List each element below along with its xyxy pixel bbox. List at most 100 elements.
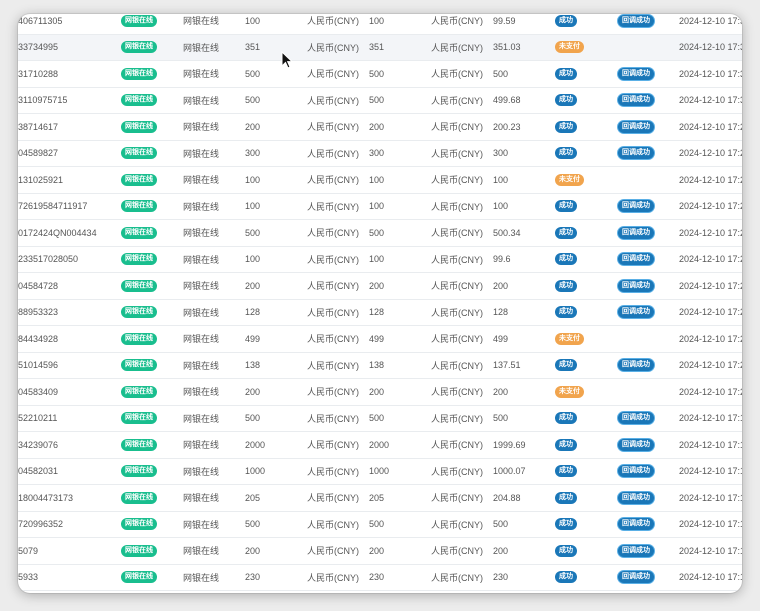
mouse-pointer-icon — [281, 51, 293, 69]
callback-badge: 回调成功 — [617, 66, 655, 81]
table-row[interactable]: 34239076 网银在线 网银在线 2000 人民币(CNY) 2000 人民币(CNY)… — [18, 432, 742, 459]
time-text: 2024-12-10 17:2 — [679, 121, 742, 132]
channel-text: 网银在线 — [183, 281, 220, 292]
status-cell: 未支付 — [555, 35, 615, 61]
table-row[interactable]: 33734995 网银在线 网银在线 351 人民币(CNY) 351 人民币(CNY) 35… — [18, 34, 742, 61]
table-row[interactable]: 720996352 网银在线 网银在线 500 人民币(CNY) 500 人民币(CNY) 5… — [18, 512, 742, 538]
table-row[interactable]: 3110975715 网银在线 网银在线 500 人民币(CNY) 500 人民币(CNY)… — [18, 88, 742, 114]
table-row[interactable]: 71679331网银在线网银在线1000人民币(CNY)1000人民币(CNY)… — [18, 591, 742, 593]
real-amount-text: 500 — [369, 413, 385, 424]
table-row[interactable]: 04583409 网银在线 网银在线 200 人民币(CNY) 200 人民币(CNY) 20… — [18, 379, 742, 406]
table-row[interactable]: 38714617 网银在线 网银在线 200 人民币(CNY) 200 人民币(CNY) 20… — [18, 114, 742, 141]
amount-text: 351 — [245, 42, 261, 53]
time-text: 2024-12-10 17:1 — [679, 572, 742, 583]
channel-cell: 网银在线 — [183, 247, 243, 273]
table-row[interactable]: 84434928 网银在线 网银在线 499 人民币(CNY) 499 人民币(CNY) 49… — [18, 326, 742, 353]
callback-cell: 回调成功 — [617, 406, 677, 432]
table-row[interactable]: 5933 网银在线 网银在线 230 人民币(CNY) 230 人民币(CNY) 230 成功回… — [18, 565, 742, 591]
time-text: 2024-12-10 17:2 — [679, 174, 742, 185]
table-row[interactable]: 04582031 网银在线 网银在线 1000 人民币(CNY) 1000 人民币(CNY)… — [18, 459, 742, 485]
currency-text: 人民币(CNY) — [307, 95, 359, 106]
status-badge: 未支付 — [555, 173, 584, 186]
status-cell: 成功 — [555, 194, 615, 220]
paid-currency-cell: 人民币(CNY) — [431, 220, 493, 246]
table-row[interactable]: 5079 网银在线 网银在线 200 人民币(CNY) 200 人民币(CNY) 200 成功 回… — [18, 538, 742, 565]
paid-amount-text: 200 — [493, 280, 509, 291]
paid-amount-text: 1000.07 — [493, 466, 526, 477]
pay-type-badge: 网银在线 — [121, 173, 157, 186]
status-cell: 成功 — [555, 14, 615, 34]
status-badge: 成功 — [555, 67, 577, 80]
paid-amount-cell: 128 — [493, 300, 553, 326]
amount-text: 138 — [245, 360, 261, 371]
pay-type-cell: 网银在线 — [121, 326, 181, 352]
callback-cell: 回调成功 — [617, 512, 677, 538]
callback-badge: 回调成功 — [617, 305, 655, 320]
order-id-text: 406711305 — [18, 15, 63, 26]
callback-badge: 回调成功 — [617, 570, 655, 585]
real-amount-text: 2000 — [369, 439, 390, 450]
status-badge: 成功 — [555, 14, 577, 27]
status-badge: 成功 — [555, 359, 577, 372]
real-amount-cell: 100 — [369, 247, 429, 273]
table-row[interactable]: 31710288 网银在线 网银在线 500 人民币(CNY) 500 人民币(CNY) 50… — [18, 61, 742, 88]
currency-text: 人民币(CNY) — [307, 546, 359, 557]
currency-text: 人民币(CNY) — [307, 201, 359, 212]
pay-type-cell: 网银在线 — [121, 167, 181, 193]
table-row[interactable]: 18004473173 网银在线 网银在线 205 人民币(CNY) 205 人民币(CNY… — [18, 485, 742, 512]
amount-cell: 1000 — [245, 591, 305, 593]
amount-cell: 351 — [245, 35, 305, 61]
table-row[interactable]: 88953323 网银在线 网银在线 128 人民币(CNY) 128 人民币(CNY) 12… — [18, 300, 742, 326]
currency-text: 人民币(CNY) — [307, 493, 359, 504]
channel-cell: 网银在线 — [183, 326, 243, 352]
paid-amount-cell: 1000 — [493, 591, 553, 593]
channel-text: 网银在线 — [183, 519, 220, 530]
status-badge: 成功 — [555, 279, 577, 292]
real-amount-cell: 200 — [369, 538, 429, 564]
paid-currency-text: 人民币(CNY) — [431, 254, 483, 265]
real-amount-cell: 230 — [369, 565, 429, 591]
paid-currency-text: 人民币(CNY) — [431, 572, 483, 583]
table-row[interactable]: 51014596 网银在线 网银在线 138 人民币(CNY) 138 人民币(CNY) 13… — [18, 353, 742, 379]
table-row[interactable]: 72619584711917 网银在线 网银在线 100 人民币(CNY) 100 人民币(… — [18, 194, 742, 220]
table-row[interactable]: 131025921 网银在线 网银在线 100 人民币(CNY) 100 人民币(CNY) 1… — [18, 167, 742, 194]
real-amount-text: 100 — [369, 254, 385, 265]
channel-cell: 网银在线 — [183, 88, 243, 114]
channel-cell: 网银在线 — [183, 300, 243, 326]
currency-cell: 人民币(CNY) — [307, 565, 369, 591]
time-text: 2024-12-10 17:1 — [679, 492, 742, 503]
real-amount-cell: 500 — [369, 512, 429, 538]
order-id-cell: 72619584711917 — [18, 194, 118, 220]
table-row[interactable]: 52210211 网银在线 网银在线 500 人民币(CNY) 500 人民币(CNY) 50… — [18, 406, 742, 432]
real-amount-text: 200 — [369, 280, 385, 291]
paid-amount-cell: 499.68 — [493, 88, 553, 114]
status-badge: 成功 — [555, 438, 577, 451]
callback-cell: 回调成功 — [617, 485, 677, 511]
table-row[interactable]: 04589827 网银在线 网银在线 300 人民币(CNY) 300 人民币(CNY) 30… — [18, 141, 742, 167]
channel-text: 网银在线 — [183, 360, 220, 371]
paid-currency-cell: 人民币(CNY) — [431, 247, 493, 273]
table-row[interactable]: 0172424QN004434 网银在线 网银在线 500 人民币(CNY) 500 人民币… — [18, 220, 742, 247]
time-text: 2024-12-10 17:2 — [679, 333, 742, 344]
paid-currency-cell: 人民币(CNY) — [431, 512, 493, 538]
status-cell: 未支付 — [555, 591, 615, 593]
currency-text: 人民币(CNY) — [307, 281, 359, 292]
paid-currency-cell: 人民币(CNY) — [431, 485, 493, 511]
table-row[interactable]: 233517028050 网银在线 网银在线 100 人民币(CNY) 100 人民币(CN… — [18, 247, 742, 273]
real-amount-text: 500 — [369, 519, 385, 530]
pay-type-cell: 网银在线 — [121, 194, 181, 220]
paid-amount-cell: 499 — [493, 326, 553, 352]
status-cell: 成功 — [555, 300, 615, 326]
order-id-cell: 51014596 — [18, 353, 118, 379]
table-row[interactable]: 04584728 网银在线 网银在线 200 人民币(CNY) 200 人民币(CNY) 20… — [18, 273, 742, 300]
time-cell: 2024-12-10 17:1 — [679, 512, 742, 538]
paid-currency-cell: 人民币(CNY) — [431, 591, 493, 593]
order-id-text: 31710288 — [18, 68, 59, 79]
channel-cell: 网银在线 — [183, 14, 243, 34]
table-row[interactable]: 406711305 网银在线 网银在线 100 人民币(CNY) 100 人民币(CNY) 9… — [18, 14, 742, 35]
currency-text: 人民币(CNY) — [307, 413, 359, 424]
callback-badge: 回调成功 — [617, 119, 655, 134]
channel-cell: 网银在线 — [183, 194, 243, 220]
real-amount-cell: 1000 — [369, 591, 429, 593]
amount-text: 100 — [245, 201, 261, 212]
